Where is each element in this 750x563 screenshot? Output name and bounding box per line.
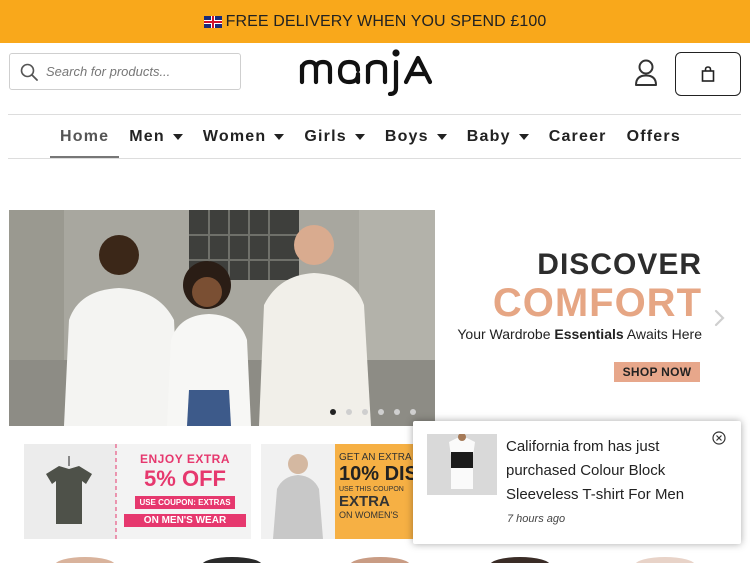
promo-1-text: ENJOY EXTRA 5% OFF USE COUPON: EXTRAS ON… — [124, 452, 246, 527]
user-icon[interactable] — [632, 58, 660, 88]
chevron-right-icon[interactable] — [710, 308, 728, 328]
nav-item-baby[interactable]: Baby — [457, 115, 539, 158]
slider-dot[interactable] — [410, 409, 416, 415]
hero-subtitle-prefix: Your Wardrobe — [457, 326, 555, 342]
promo-2-big: 10% DIS — [339, 463, 418, 485]
promo-2-line1: GET AN EXTRA — [339, 452, 412, 463]
caret-down-icon — [518, 133, 529, 140]
hero-headline-2: COMFORT — [492, 281, 702, 325]
slider-dot[interactable] — [394, 409, 400, 415]
nav-item-boys[interactable]: Boys — [375, 115, 457, 158]
caret-down-icon — [436, 133, 447, 140]
search-box[interactable] — [9, 53, 241, 90]
slider-dot[interactable] — [378, 409, 384, 415]
main-nav: Home Men Women Girls Boys Baby Career Of… — [50, 115, 691, 159]
slider-dot[interactable] — [346, 409, 352, 415]
nav-label: Girls — [304, 127, 347, 145]
promo-1-coupon: USE COUPON: EXTRAS — [135, 496, 235, 509]
hero-subtitle-bold: Essentials — [554, 326, 624, 342]
product-thumbnail-art — [427, 434, 497, 495]
promo-2-text: GET AN EXTRA 10% DIS USE THIS COUPON EXT… — [339, 452, 421, 520]
brand-logo[interactable] — [298, 44, 454, 96]
cart-button[interactable] — [675, 52, 741, 96]
announcement-text: FREE DELIVERY WHEN YOU SPEND £100 — [225, 12, 547, 30]
slider-dot[interactable] — [330, 409, 336, 415]
uk-flag-icon — [203, 15, 222, 28]
promo-banner-mens[interactable]: ENJOY EXTRA 5% OFF USE COUPON: EXTRAS ON… — [24, 444, 251, 539]
recent-purchase-toast[interactable]: California from has just purchased Colou… — [413, 421, 741, 544]
hero-photo — [9, 210, 435, 426]
hero-slider-dots — [330, 409, 416, 415]
nav-label: Offers — [626, 127, 681, 145]
hero-headline-1: DISCOVER — [537, 248, 702, 281]
promo-1-line1: ENJOY EXTRA — [140, 452, 230, 466]
search-icon[interactable] — [20, 63, 38, 81]
hero-subtitle: Your Wardrobe Essentials Awaits Here — [440, 326, 702, 342]
nav-item-men[interactable]: Men — [119, 115, 193, 158]
nav-divider-bottom — [8, 158, 741, 159]
close-icon[interactable] — [712, 431, 726, 445]
shop-now-button[interactable]: SHOP NOW — [614, 362, 700, 382]
hero-subtitle-suffix: Awaits Here — [623, 326, 702, 342]
search-input[interactable] — [46, 64, 226, 79]
nav-label: Home — [60, 127, 110, 145]
nav-label: Men — [129, 127, 165, 145]
promo-1-footer: ON MEN'S WEAR — [124, 514, 246, 527]
promo-banner-womens[interactable]: GET AN EXTRA 10% DIS USE THIS COUPON EXT… — [261, 444, 421, 539]
category-strip — [55, 557, 695, 563]
slider-dot[interactable] — [362, 409, 368, 415]
toast-message: California from has just purchased Colou… — [506, 438, 685, 503]
product-thumbnail[interactable] — [427, 434, 497, 495]
caret-down-icon — [172, 133, 183, 140]
caret-down-icon — [274, 133, 285, 140]
toast-time: 7 hours ago — [507, 513, 566, 525]
promo-1-big: 5% OFF — [144, 466, 226, 491]
promo-2-footer: ON WOMEN'S — [339, 510, 399, 520]
caret-down-icon — [354, 133, 365, 140]
nav-item-offers[interactable]: Offers — [617, 115, 691, 158]
nav-label: Baby — [466, 127, 511, 145]
promo-2-coupon: USE THIS COUPON — [339, 486, 404, 493]
nav-item-career[interactable]: Career — [539, 115, 617, 158]
hero-image[interactable] — [9, 210, 435, 426]
nav-label: Career — [548, 127, 607, 145]
announcement-bar: FREE DELIVERY WHEN YOU SPEND £100 — [0, 0, 750, 43]
nav-item-girls[interactable]: Girls — [294, 115, 374, 158]
nav-label: Boys — [384, 127, 429, 145]
hero-text: DISCOVER COMFORT Your Wardrobe Essential… — [440, 248, 702, 342]
promo-2-code: EXTRA — [339, 493, 390, 510]
nav-label: Women — [202, 127, 267, 145]
nav-item-women[interactable]: Women — [193, 115, 294, 158]
nav-item-home[interactable]: Home — [50, 115, 120, 159]
cart-icon — [701, 66, 715, 82]
